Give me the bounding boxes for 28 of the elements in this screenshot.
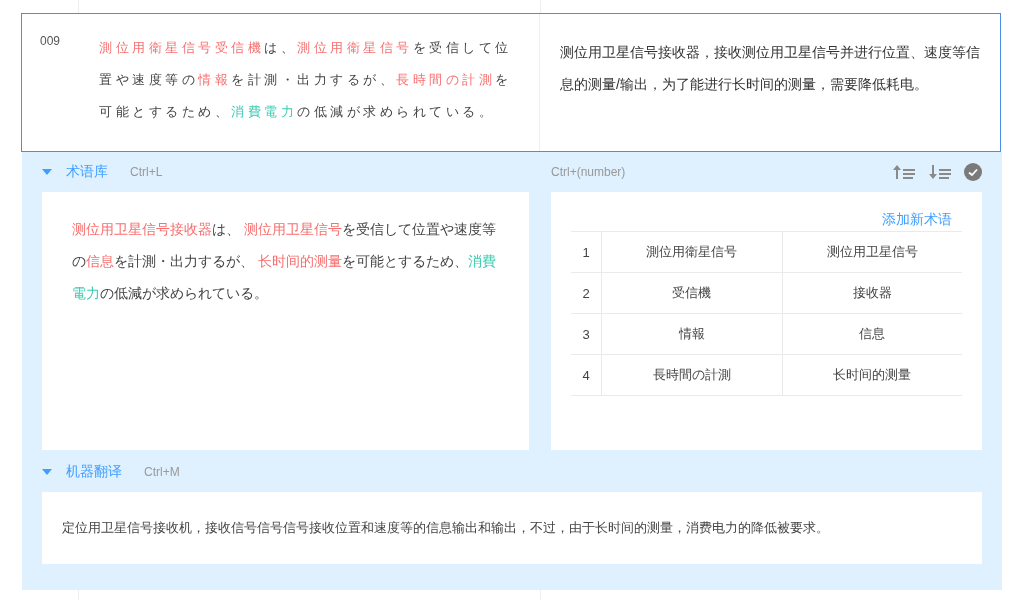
table-cell: 3 [571,314,602,354]
table-cell-text: 接收器 [851,284,893,302]
caret-icon[interactable] [42,469,52,475]
shortcut-hint: Ctrl+(number) [551,165,626,179]
table-cell: 2 [571,273,602,313]
section-title[interactable]: 机器翻译 [66,463,122,481]
table-cell-text: 测位用卫星信号 [825,243,919,261]
table-cell: 情報 [602,314,783,354]
target-sentence: 测位用卫星信号接收器，接收测位用卫星信号并进行位置、速度等信息的测量/输出，为了能进行长时间的测量，需要降低耗电。 [559,43,981,94]
add-term-link[interactable]: 添加新术语 [882,211,952,229]
table-cell: 4 [571,355,602,395]
source-sentence: 測位用衛星信号受信機 は、測位用衛星信号 を受信して位置や速度等の 情報 を計測・出力するが、長時間の計測 を可能とするため、消費電力 の低減が求められている。 [79,14,540,151]
segment-number: 009 [39,33,62,50]
table-cell: 測位用衛星信号 [602,232,783,272]
table-cell: 1 [571,232,602,272]
table-cell: 受信機 [602,273,783,313]
source-sentence: 测位用卫星信号接收器は、 测位用卫星信号を受信して位置や速度等の信息を計測・出力するが、 长时间的测量を可能とするため、消費電力の低減が求められている。 [72,221,497,303]
caret-icon[interactable] [42,169,52,175]
shortcut-hint: Ctrl+L [130,165,163,179]
shortcut-hint: Ctrl+M [144,465,180,479]
check-circle-icon[interactable] [964,163,982,181]
sort-down-icon[interactable] [928,164,952,180]
table-cell-text: 长时间的测量 [832,366,913,384]
sort-up-icon[interactable] [892,164,916,180]
table-cell: 長時間の計測 [602,355,783,395]
machine-translation-text: 定位用卫星信号接收机，接收信号信号信号接收位置和速度等的信息输出和输出，不过，由于长时间的测量，消费电力的降低被要求。 [62,519,829,537]
table-cell-text: 信息 [858,325,887,343]
section-title[interactable]: 术语库 [66,163,108,181]
